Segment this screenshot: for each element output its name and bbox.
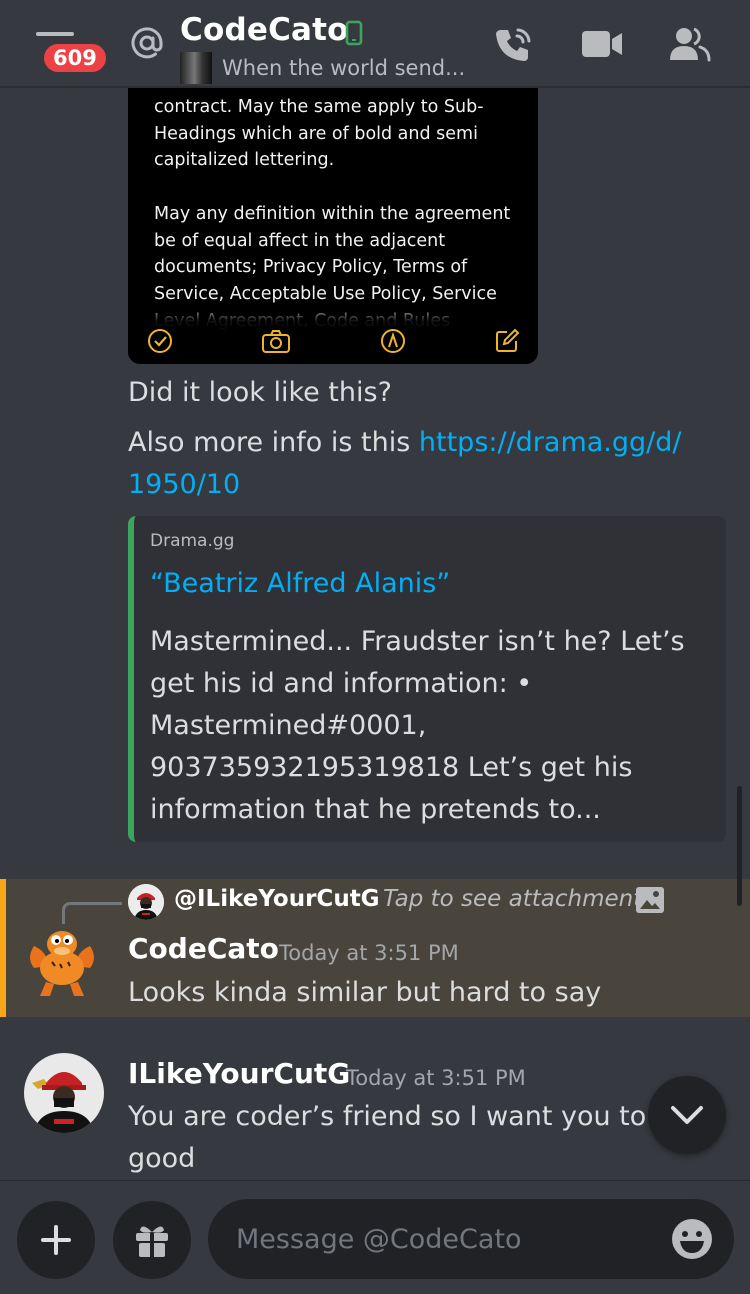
compose-icon	[496, 328, 520, 352]
avatar[interactable]	[22, 920, 102, 1000]
gift-icon	[136, 1226, 168, 1257]
members-icon[interactable]	[668, 24, 712, 64]
message-link-continued[interactable]: 1950/10	[128, 464, 240, 506]
checkmark-icon	[148, 329, 172, 353]
embed-title[interactable]: “Beatriz Alfred Alanis”	[150, 568, 450, 599]
custom-status[interactable]: When the world send...	[180, 52, 465, 84]
video-call-icon[interactable]	[580, 24, 624, 64]
mobile-status-icon	[345, 20, 363, 46]
at-icon	[131, 27, 163, 59]
reply-attachment-hint[interactable]: Tap to see attachment	[383, 886, 642, 912]
message-text: good	[128, 1143, 196, 1174]
embed-description: Mastermined... Fraudster isn’t he? Let’s…	[150, 626, 685, 825]
plus-icon	[41, 1225, 71, 1255]
chevron-down-icon	[671, 1106, 703, 1124]
page-title: CodeCato	[180, 12, 349, 48]
status-text: When the world send...	[222, 56, 466, 80]
message-text: Also more info is this https://drama.gg/…	[128, 422, 682, 464]
camera-icon	[262, 330, 290, 353]
message-link[interactable]: https://drama.gg/d/	[419, 427, 682, 458]
notification-badge[interactable]: 609	[40, 40, 110, 76]
message-input-container[interactable]	[208, 1199, 734, 1279]
message-author[interactable]: ILikeYourCutG	[128, 1057, 350, 1090]
message-text: Looks kinda similar but hard to say	[128, 977, 602, 1008]
attachment-text: contract. May the same apply to Sub- Hea…	[154, 97, 511, 331]
message-text-prefix: Also more info is this	[128, 427, 419, 458]
jump-to-bottom-button[interactable]	[648, 1076, 726, 1154]
channel-header: 609 CodeCato When the world send...	[0, 0, 750, 88]
message-input[interactable]	[236, 1199, 656, 1279]
message-timestamp: Today at 3:51 PM	[346, 1066, 526, 1090]
message-text: Did it look like this?	[128, 377, 392, 408]
message-link[interactable]: 1950/10	[128, 469, 240, 500]
message-text: You are coder’s friend so I want you to …	[128, 1101, 648, 1132]
markup-pen-icon	[381, 329, 405, 353]
reply-mention[interactable]: @ILikeYourCutG	[174, 886, 380, 912]
message-author[interactable]: CodeCato	[128, 932, 279, 965]
image-icon	[636, 887, 664, 913]
add-attachment-button[interactable]	[17, 1201, 95, 1279]
scrollbar[interactable]	[737, 786, 742, 906]
embed-provider[interactable]: Drama.gg	[150, 531, 234, 551]
message-timestamp: Today at 3:51 PM	[279, 941, 459, 965]
status-image	[180, 52, 212, 84]
attachment-toolbar	[128, 326, 538, 358]
avatar[interactable]	[24, 1053, 104, 1133]
gift-button[interactable]	[113, 1201, 191, 1279]
phone-call-icon[interactable]	[492, 24, 536, 64]
emoji-icon[interactable]	[670, 1217, 714, 1261]
reply-avatar[interactable]	[128, 884, 164, 920]
link-embed[interactable]: Drama.gg “Beatriz Alfred Alanis” Masterm…	[128, 516, 726, 842]
image-attachment[interactable]: contract. May the same apply to Sub- Hea…	[128, 84, 538, 364]
message-composer	[0, 1180, 750, 1294]
